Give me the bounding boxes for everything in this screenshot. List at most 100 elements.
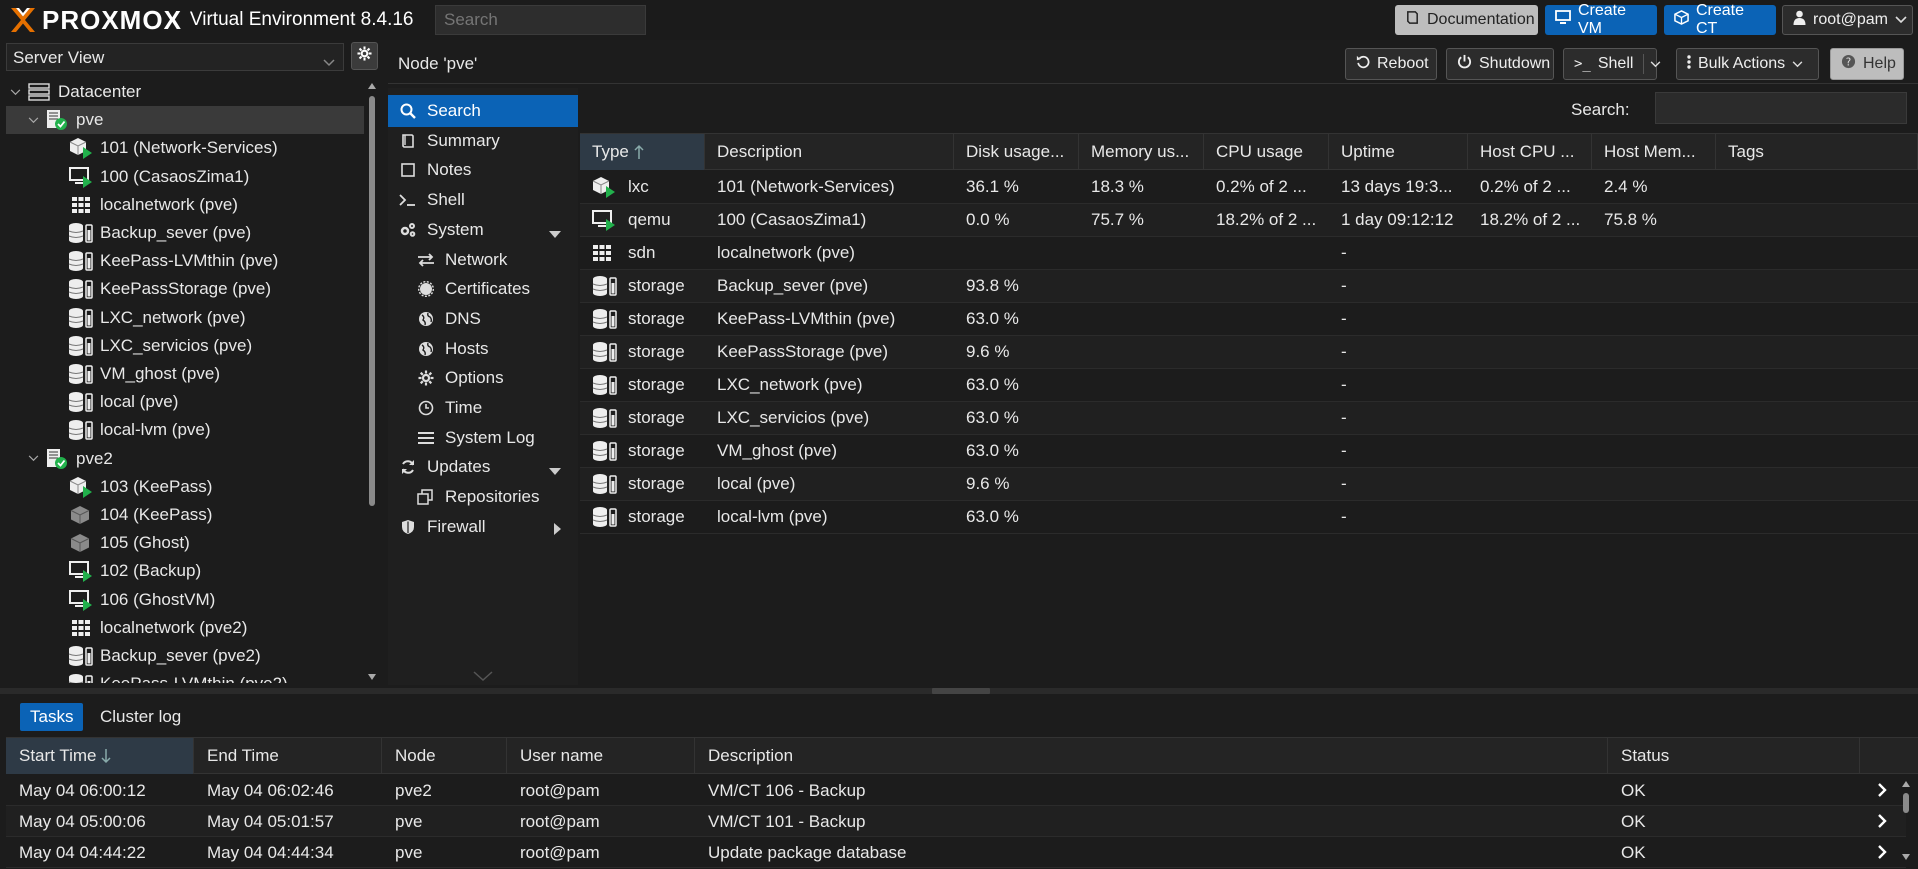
reboot-button[interactable]: Reboot <box>1345 48 1437 80</box>
chevron-down-icon[interactable] <box>28 455 44 462</box>
tree-item[interactable]: Datacenter <box>6 78 364 106</box>
tasks-scrollbar[interactable] <box>1900 778 1912 864</box>
shutdown-button[interactable]: Shutdown <box>1446 48 1554 80</box>
tree-item[interactable]: KeePassStorage (pve) <box>6 275 364 303</box>
table-row[interactable]: storage local (pve) 9.6 % - <box>580 468 1918 501</box>
storage-icon <box>592 473 618 495</box>
table-row[interactable]: qemu 100 (CasaosZima1) 0.0 % 75.7 % 18.2% of… <box>580 204 1918 237</box>
scroll-down-icon[interactable] <box>473 666 493 686</box>
chevron-right-icon[interactable] <box>1877 813 1887 834</box>
tree-item[interactable]: Backup_sever (pve) <box>6 219 364 247</box>
tree-item[interactable]: Backup_sever (pve2) <box>6 642 364 670</box>
nav-item-repositories[interactable]: Repositories <box>388 481 578 513</box>
nav-item-options[interactable]: Options <box>388 362 578 394</box>
chevron-right-icon[interactable] <box>1877 844 1887 865</box>
tree-item[interactable]: KeePass-LVMthin (pve) <box>6 247 364 275</box>
chevron-down-icon[interactable] <box>10 88 26 96</box>
nav-item-shell[interactable]: Shell <box>388 184 578 216</box>
table-row[interactable]: lxc 101 (Network-Services) 36.1 % 18.3 % 0.2… <box>580 171 1918 204</box>
tree-item[interactable]: pve <box>6 106 364 135</box>
column-header[interactable]: Node <box>382 738 507 774</box>
column-header[interactable]: CPU usage <box>1204 134 1329 170</box>
cell-disk: 63.0 % <box>954 369 1079 401</box>
tree-item[interactable]: LXC_servicios (pve) <box>6 332 364 360</box>
column-header[interactable]: Disk usage... <box>954 134 1079 170</box>
column-header[interactable]: Host Mem... <box>1592 134 1716 170</box>
column-header[interactable]: User name <box>507 738 695 774</box>
create-vm-button[interactable]: Create VM <box>1545 2 1657 37</box>
server-view-select[interactable]: Server View <box>6 43 344 71</box>
tree-settings-button[interactable] <box>351 42 378 70</box>
user-menu-button[interactable]: root@pam <box>1782 5 1913 35</box>
table-row[interactable]: storage local-lvm (pve) 63.0 % - <box>580 501 1918 534</box>
column-header[interactable]: Description <box>705 134 954 170</box>
tree-item[interactable]: 105 (Ghost) <box>6 529 364 557</box>
global-search-input[interactable] <box>435 5 646 35</box>
tab-tasks[interactable]: Tasks <box>20 703 84 731</box>
column-header[interactable]: Host CPU ... <box>1468 134 1592 170</box>
tree-item[interactable]: 103 (KeePass) <box>6 473 364 501</box>
column-header[interactable]: End Time <box>194 738 382 774</box>
tree-item[interactable]: local (pve) <box>6 388 364 416</box>
column-header[interactable]: Status <box>1608 738 1860 774</box>
bulk-actions-button[interactable]: Bulk Actions <box>1676 48 1819 80</box>
table-row[interactable]: storage KeePass-LVMthin (pve) 63.0 % - <box>580 303 1918 336</box>
column-header[interactable]: Tags <box>1716 134 1918 170</box>
column-header[interactable]: Uptime <box>1329 134 1468 170</box>
nav-item-dns[interactable]: DNS <box>388 303 578 335</box>
caret-down-icon[interactable] <box>548 461 562 481</box>
tab-cluster-log[interactable]: Cluster log <box>90 703 191 731</box>
cell-type: qemu <box>580 204 705 236</box>
tree-scrollbar[interactable] <box>366 80 378 685</box>
chevron-down-icon[interactable] <box>1643 54 1661 74</box>
nav-item-hosts[interactable]: Hosts <box>388 333 578 365</box>
column-header[interactable]: Description <box>695 738 1608 774</box>
nav-item-system-log[interactable]: System Log <box>388 422 578 454</box>
table-row[interactable]: storage VM_ghost (pve) 63.0 % - <box>580 435 1918 468</box>
shell-button[interactable]: >_ Shell <box>1563 48 1661 80</box>
table-row[interactable]: storage Backup_sever (pve) 93.8 % - <box>580 270 1918 303</box>
tree-item[interactable]: 104 (KeePass) <box>6 501 364 529</box>
caret-down-icon[interactable] <box>548 224 562 244</box>
book-icon <box>398 133 418 149</box>
tree-item[interactable]: 100 (CasaosZima1) <box>6 163 364 191</box>
nav-item-notes[interactable]: Notes <box>388 154 578 186</box>
cell-text: storage <box>628 342 685 361</box>
table-row[interactable]: storage KeePassStorage (pve) 9.6 % - <box>580 336 1918 369</box>
task-row[interactable]: May 04 06:00:12 May 04 06:02:46 pve2 root@p… <box>6 775 1906 806</box>
table-row[interactable]: sdn localnetwork (pve) - <box>580 237 1918 270</box>
resource-tree[interactable]: Datacenter pve 101 (Network-Services) 100 (… <box>6 78 364 683</box>
task-row[interactable]: May 04 04:44:22 May 04 04:44:34 pve root@pa… <box>6 837 1906 868</box>
tree-item[interactable]: VM_ghost (pve) <box>6 360 364 388</box>
task-row[interactable]: May 04 05:00:06 May 04 05:01:57 pve root@pa… <box>6 806 1906 837</box>
nav-item-network[interactable]: Network <box>388 244 578 276</box>
tree-item[interactable]: KeePass-LVMthin (pve2) <box>6 670 364 683</box>
tree-item[interactable]: pve2 <box>6 445 364 473</box>
tree-item[interactable]: 101 (Network-Services) <box>6 134 364 162</box>
nav-item-system[interactable]: System <box>388 214 578 246</box>
tree-item[interactable]: local-lvm (pve) <box>6 416 364 444</box>
tree-item[interactable]: 102 (Backup) <box>6 557 364 585</box>
tree-item[interactable]: 106 (GhostVM) <box>6 586 364 614</box>
column-header[interactable]: Type <box>580 134 705 170</box>
chevron-right-icon[interactable] <box>1877 782 1887 803</box>
documentation-button[interactable]: Documentation <box>1395 5 1538 35</box>
nav-item-time[interactable]: Time <box>388 392 578 424</box>
tree-item[interactable]: LXC_network (pve) <box>6 304 364 332</box>
nav-item-search[interactable]: Search <box>388 95 578 127</box>
grid-search-input[interactable] <box>1655 92 1907 124</box>
nav-item-certificates[interactable]: Certificates <box>388 273 578 305</box>
tree-item[interactable]: localnetwork (pve2) <box>6 614 364 642</box>
caret-right-icon[interactable] <box>553 521 562 541</box>
create-ct-button[interactable]: Create CT <box>1664 2 1776 37</box>
table-row[interactable]: storage LXC_network (pve) 63.0 % - <box>580 369 1918 402</box>
column-header[interactable]: Start Time <box>6 738 194 774</box>
nav-item-firewall[interactable]: Firewall <box>388 511 578 543</box>
nav-item-updates[interactable]: Updates <box>388 451 578 483</box>
help-button[interactable]: ? Help <box>1830 48 1904 80</box>
table-row[interactable]: storage LXC_servicios (pve) 63.0 % - <box>580 402 1918 435</box>
column-header[interactable]: Memory us... <box>1079 134 1204 170</box>
tree-item[interactable]: localnetwork (pve) <box>6 191 364 219</box>
nav-item-summary[interactable]: Summary <box>388 125 578 157</box>
chevron-down-icon[interactable] <box>28 117 44 124</box>
